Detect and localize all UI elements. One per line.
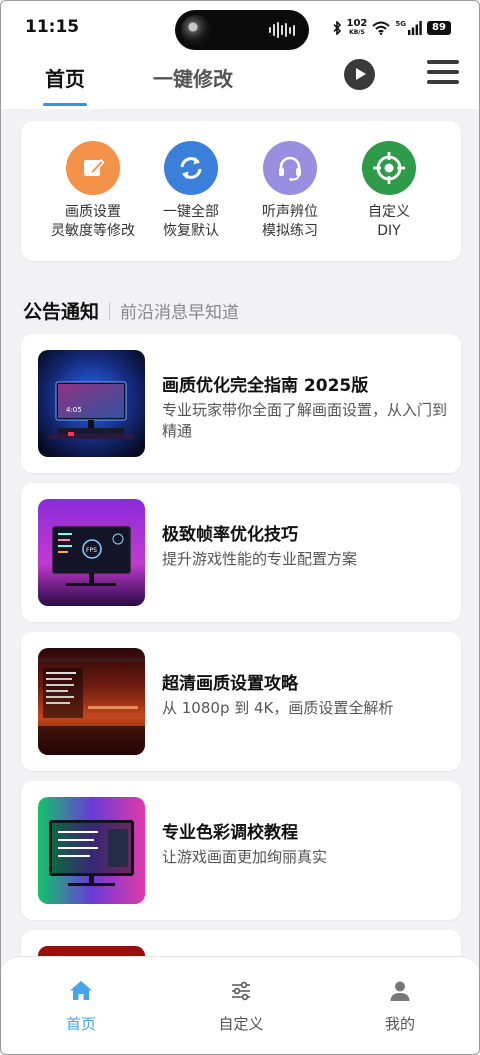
quick-actions-card: 画质设置 灵敏度等修改 一键全部 恢复默认 听声辨位 模拟练习 自定义 DIY <box>21 121 461 261</box>
quick-action-label: 一键全部 <box>163 204 219 220</box>
sliders-icon <box>232 981 250 1001</box>
article-card[interactable]: 专业色彩调校教程 让游戏画面更加绚丽真实 <box>21 781 461 920</box>
battery-icon: 89 <box>427 20 451 35</box>
nav-label: 首页 <box>65 1015 96 1033</box>
active-tab-indicator <box>43 103 87 106</box>
quick-action-label: 自定义 <box>368 204 410 220</box>
article-title: 极致帧率优化技巧 <box>162 525 298 545</box>
quick-action-sublabel: DIY <box>377 223 401 239</box>
quick-action-sound-practice[interactable]: 听声辨位 模拟练习 <box>235 141 345 241</box>
cell-signal-icon <box>408 20 422 35</box>
article-card[interactable]: 超清画质设置攻略 从 1080p 到 4K，画质设置全解析 <box>21 632 461 771</box>
quick-action-sublabel: 模拟练习 <box>262 223 318 239</box>
network-speed-unit: KB/S <box>349 29 365 36</box>
article-description: 从 1080p 到 4K，画质设置全解析 <box>162 699 394 717</box>
nav-home[interactable]: 首页 <box>31 979 131 1034</box>
network-speed: 102 KB/S <box>346 18 368 37</box>
bluetooth-icon <box>332 20 341 35</box>
quick-action-restore-default[interactable]: 一键全部 恢复默认 <box>136 141 246 241</box>
article-thumbnail: FPS <box>38 499 145 606</box>
tab-home[interactable]: 首页 <box>45 63 85 92</box>
status-indicators: 102 KB/S 5G 89 <box>332 18 451 37</box>
signal-label: 5G <box>395 19 406 28</box>
article-description: 让游戏画面更加绚丽真实 <box>162 848 328 866</box>
audio-wave-icon <box>269 22 295 38</box>
nav-label: 自定义 <box>218 1015 264 1033</box>
status-bar: 11:15 102 KB/S 5G 89 <box>1 1 479 53</box>
quick-action-sublabel: 灵敏度等修改 <box>51 223 135 239</box>
nav-label: 我的 <box>384 1015 415 1033</box>
network-speed-value: 102 <box>346 18 368 29</box>
tab-one-click-modify[interactable]: 一键修改 <box>153 63 233 92</box>
camera-icon <box>181 15 211 45</box>
crosshair-icon <box>362 141 416 195</box>
quick-action-label: 画质设置 <box>65 204 121 220</box>
article-title: 超清画质设置攻略 <box>162 674 298 694</box>
article-thumbnail <box>38 648 145 755</box>
article-thumbnail <box>38 797 145 904</box>
user-icon <box>390 981 410 1001</box>
home-icon <box>70 981 92 1000</box>
status-time: 11:15 <box>25 17 80 37</box>
svg-text:FPS: FPS <box>86 547 97 554</box>
section-divider <box>109 301 111 320</box>
bottom-navigation: 首页 自定义 我的 <box>1 956 479 1054</box>
article-title: 画质优化完全指南 2025版 <box>162 376 369 396</box>
section-subtitle: 前沿消息早知道 <box>120 303 240 323</box>
nav-custom[interactable]: 自定义 <box>191 979 291 1034</box>
edit-icon <box>66 141 120 195</box>
nav-profile[interactable]: 我的 <box>350 979 450 1034</box>
sync-icon <box>164 141 218 195</box>
menu-icon[interactable] <box>427 60 459 88</box>
article-thumbnail: 4:05 <box>38 350 145 457</box>
headset-icon <box>263 141 317 195</box>
wifi-icon <box>372 21 391 35</box>
article-card[interactable]: FPS 极致帧率优化技巧 提升游戏性能的专业配置方案 <box>21 483 461 622</box>
app-screen: 11:15 102 KB/S 5G 89 首页 一键修改 画质设置 灵敏度等修改… <box>0 0 480 1055</box>
quick-action-sublabel: 恢复默认 <box>163 223 219 239</box>
section-title: 公告通知 <box>23 301 100 323</box>
article-card[interactable]: 4:05 画质优化完全指南 2025版 专业玩家带你全面了解画面设置，从入门到精… <box>21 334 461 473</box>
quick-action-label: 听声辨位 <box>262 204 318 220</box>
dynamic-island <box>175 10 309 50</box>
svg-text:4:05: 4:05 <box>66 406 82 414</box>
top-header: 首页 一键修改 <box>1 53 479 109</box>
quick-action-quality-settings[interactable]: 画质设置 灵敏度等修改 <box>38 141 148 241</box>
article-description: 专业玩家带你全面了解画面设置，从入门到精通 <box>162 401 448 440</box>
announcements-header: 公告通知 前沿消息早知道 <box>23 297 239 324</box>
article-title: 专业色彩调校教程 <box>162 823 298 843</box>
play-icon[interactable] <box>344 59 375 90</box>
quick-action-custom-diy[interactable]: 自定义 DIY <box>334 141 444 241</box>
article-description: 提升游戏性能的专业配置方案 <box>162 550 358 568</box>
